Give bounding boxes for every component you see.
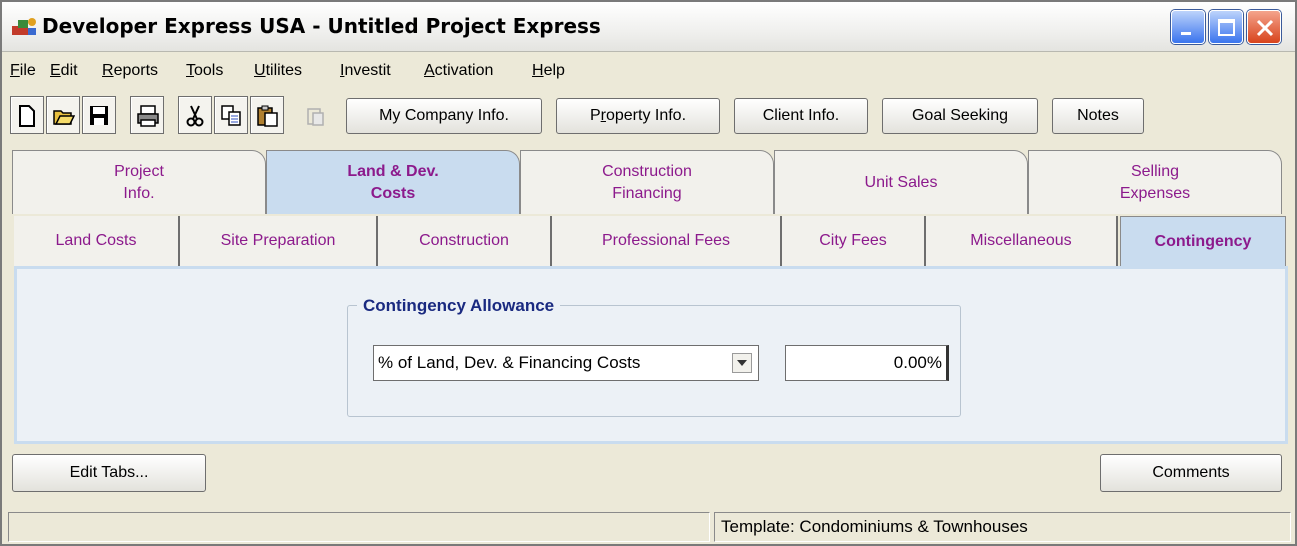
tab-selling-expenses[interactable]: Selling Expenses bbox=[1028, 150, 1282, 214]
subtab-construction[interactable]: Construction bbox=[378, 216, 552, 266]
contingency-panel: Contingency Allowance % of Land, Dev. & … bbox=[14, 266, 1288, 444]
contingency-basis-select[interactable]: % of Land, Dev. & Financing Costs bbox=[373, 345, 759, 381]
edit-tabs-button[interactable]: Edit Tabs... bbox=[12, 454, 206, 492]
notes-button[interactable]: Notes bbox=[1052, 98, 1144, 134]
paste-icon bbox=[257, 105, 278, 127]
status-left bbox=[8, 512, 710, 542]
close-icon bbox=[1256, 19, 1274, 37]
save-icon bbox=[90, 106, 108, 125]
property-info-button[interactable]: Property Info. bbox=[556, 98, 720, 134]
subtab-contingency[interactable]: Contingency bbox=[1120, 216, 1286, 266]
menu-file[interactable]: File bbox=[10, 62, 36, 80]
save-button[interactable] bbox=[82, 96, 116, 134]
minimize-icon bbox=[1181, 32, 1191, 35]
new-icon bbox=[19, 105, 35, 127]
menu-help[interactable]: Help bbox=[532, 62, 565, 80]
title-bar: Developer Express USA - Untitled Project… bbox=[2, 2, 1295, 52]
tab-land-dev-costs[interactable]: Land & Dev. Costs bbox=[266, 150, 520, 214]
tab-construction-financing[interactable]: Construction Financing bbox=[520, 150, 774, 214]
menu-reports[interactable]: Reports bbox=[102, 62, 158, 80]
app-window: Developer Express USA - Untitled Project… bbox=[0, 0, 1297, 546]
app-logo-icon bbox=[10, 14, 38, 38]
menu-tools[interactable]: Tools bbox=[186, 62, 223, 80]
subtab-city-fees[interactable]: City Fees bbox=[782, 216, 926, 266]
paste-special-button[interactable] bbox=[298, 96, 332, 134]
subtab-land-costs[interactable]: Land Costs bbox=[14, 216, 180, 266]
minimize-button[interactable] bbox=[1171, 10, 1205, 44]
new-button[interactable] bbox=[10, 96, 44, 134]
subtab-professional-fees[interactable]: Professional Fees bbox=[552, 216, 782, 266]
dropdown-arrow-icon[interactable] bbox=[732, 353, 752, 373]
subtab-miscellaneous[interactable]: Miscellaneous bbox=[926, 216, 1118, 266]
group-title: Contingency Allowance bbox=[357, 296, 561, 316]
open-icon bbox=[53, 110, 75, 125]
sub-tabs: Land Costs Site Preparation Construction… bbox=[14, 216, 1286, 266]
menu-edit[interactable]: Edit bbox=[50, 62, 78, 80]
tab-unit-sales[interactable]: Unit Sales bbox=[774, 150, 1028, 214]
copy-button[interactable] bbox=[214, 96, 248, 134]
print-button[interactable] bbox=[130, 96, 164, 134]
copy-icon bbox=[221, 105, 241, 126]
paste-disabled-icon bbox=[307, 108, 324, 126]
toolbar: My Company Info. Property Info. Client I… bbox=[2, 94, 1295, 144]
tab-project-info[interactable]: Project Info. bbox=[12, 150, 266, 214]
cut-button[interactable] bbox=[178, 96, 212, 134]
goal-seeking-button[interactable]: Goal Seeking bbox=[882, 98, 1038, 134]
print-icon bbox=[137, 105, 159, 127]
open-button[interactable] bbox=[46, 96, 80, 134]
menu-activation[interactable]: Activation bbox=[424, 62, 493, 80]
comments-button[interactable]: Comments bbox=[1100, 454, 1282, 492]
close-button[interactable] bbox=[1247, 10, 1281, 44]
cut-icon bbox=[186, 105, 204, 127]
select-value: % of Land, Dev. & Financing Costs bbox=[378, 353, 641, 372]
menu-investit[interactable]: Investit bbox=[340, 62, 391, 80]
subtab-site-preparation[interactable]: Site Preparation bbox=[180, 216, 378, 266]
client-info-button[interactable]: Client Info. bbox=[734, 98, 868, 134]
main-tabs: Project Info. Land & Dev. Costs Constructi… bbox=[2, 150, 1295, 214]
status-bar: Template: Condominiums & Townhouses bbox=[8, 512, 1291, 542]
my-company-info-button[interactable]: My Company Info. bbox=[346, 98, 542, 134]
menu-utilites[interactable]: Utilites bbox=[254, 62, 302, 80]
paste-button[interactable] bbox=[250, 96, 284, 134]
maximize-button[interactable] bbox=[1209, 10, 1243, 44]
maximize-icon bbox=[1218, 19, 1235, 36]
status-template: Template: Condominiums & Townhouses bbox=[714, 512, 1291, 542]
contingency-percent-field[interactable]: 0.00% bbox=[785, 345, 949, 381]
menu-bar: File Edit Reports Tools Utilites Investi… bbox=[2, 54, 1295, 88]
window-title: Developer Express USA - Untitled Project… bbox=[42, 14, 601, 38]
